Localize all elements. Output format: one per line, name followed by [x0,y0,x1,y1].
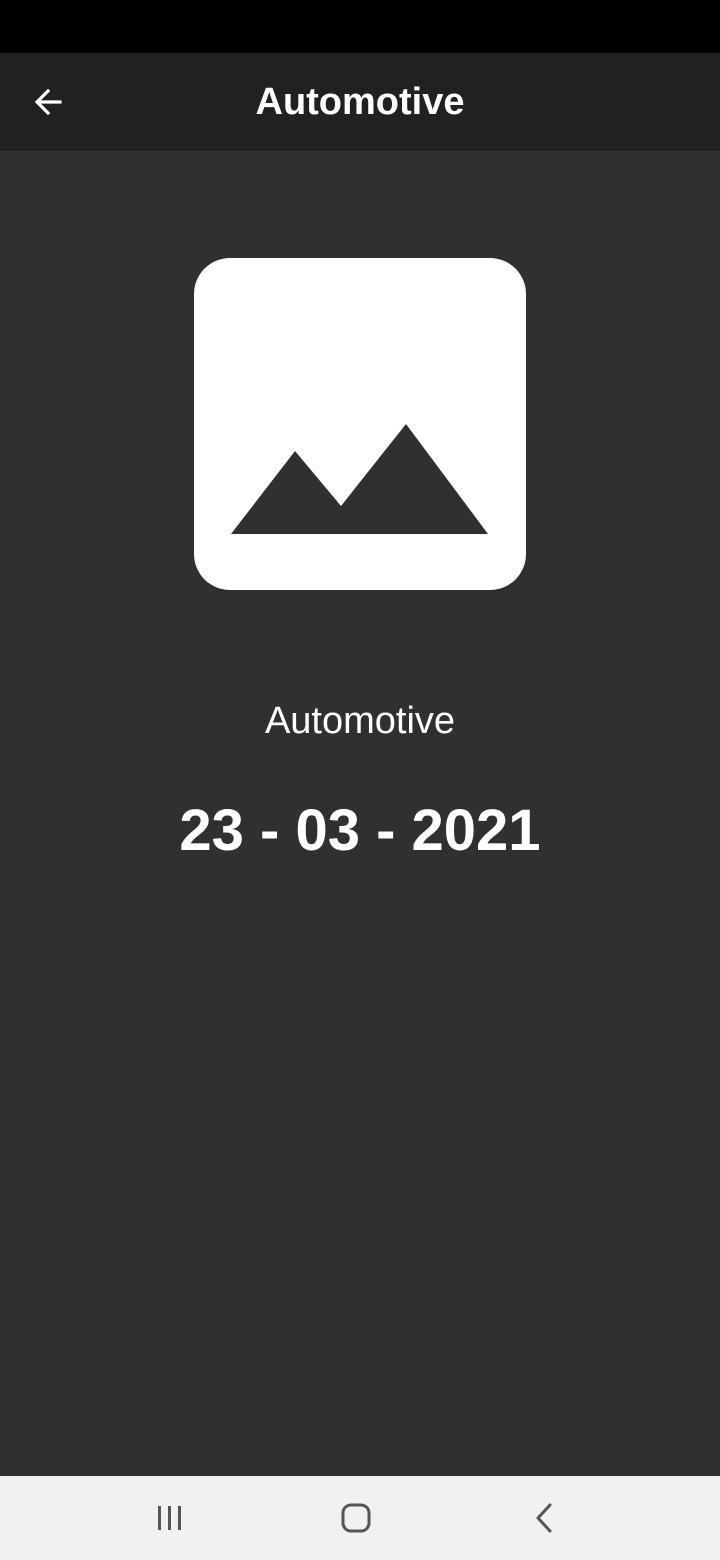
home-icon [341,1503,371,1533]
system-navigation-bar [0,1476,720,1560]
item-name: Automotive [264,700,456,742]
back-button[interactable] [20,74,76,130]
arrow-left-icon [34,88,62,116]
app-bar: Automotive [0,53,720,151]
detail-content: Automotive 23 - 03 - 2021 [0,151,720,1476]
nav-back-button[interactable] [514,1493,574,1543]
status-bar [0,0,720,53]
recents-icon [158,1506,181,1530]
back-chevron-icon [536,1503,552,1533]
item-date: 23 - 03 - 2021 [179,798,541,863]
recents-button[interactable] [140,1493,200,1543]
page-title: Automotive [255,81,465,123]
image-placeholder-icon [194,258,526,590]
home-button[interactable] [326,1493,386,1543]
